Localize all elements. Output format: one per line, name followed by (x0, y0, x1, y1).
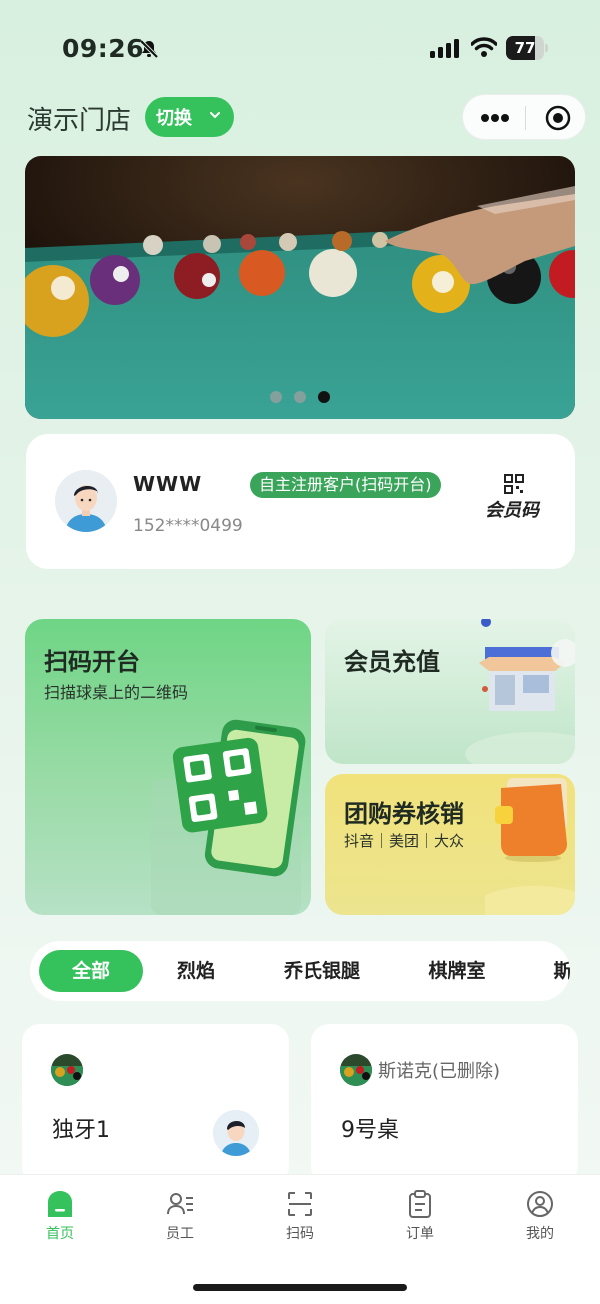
nav-profile[interactable]: 我的 (500, 1189, 580, 1243)
nav-home[interactable]: 首页 (20, 1189, 100, 1243)
table-name: 独牙1 (52, 1118, 110, 1143)
nav-staff-label: 员工 (166, 1226, 194, 1242)
pool-table-icon (51, 1054, 83, 1086)
table-category-tabs: 全部 烈焰 乔氏银腿 棋牌室 斯 (30, 941, 570, 1001)
wifi-icon (471, 37, 497, 57)
tab-qiaoshi-yintui[interactable]: 乔氏银腿 (270, 950, 374, 992)
miniprogram-capsule (462, 94, 586, 140)
home-indicator[interactable] (193, 1284, 407, 1291)
member-avatar (55, 470, 117, 532)
banner-pagination (25, 391, 575, 403)
clipboard-icon (409, 1190, 431, 1218)
table-card[interactable]: 独牙1 (22, 1024, 289, 1184)
scan-tile-title: 扫码开台 (44, 648, 140, 676)
member-phone: 152****0499 (133, 516, 243, 536)
switch-store-label: 切换 (156, 108, 192, 129)
nav-scan[interactable]: 扫码 (260, 1189, 340, 1243)
tab-all[interactable]: 全部 (39, 950, 143, 992)
user-avatar-icon (213, 1110, 259, 1156)
nav-orders[interactable]: 订单 (380, 1189, 460, 1243)
scan-tile-subtitle: 扫描球桌上的二维码 (44, 683, 189, 702)
table-card[interactable]: 斯诺克(已删除) 9号桌 (311, 1024, 578, 1184)
battery-percent: 77 (514, 39, 536, 57)
table-name: 9号桌 (341, 1118, 399, 1143)
wallet-icon (485, 778, 575, 915)
battery-icon: 77 (506, 36, 548, 60)
home-icon (48, 1191, 72, 1217)
member-code-label[interactable]: 会员码 (485, 496, 539, 522)
store-name: 演示门店 (27, 106, 132, 136)
scan-icon (288, 1192, 312, 1216)
status-time: 09:26 (62, 34, 145, 63)
store-icon (465, 619, 575, 764)
table-thumbnail (51, 1054, 83, 1086)
phone-qr-icon (151, 719, 306, 915)
coupon-tile-platforms: 抖音｜美团｜大众 (344, 832, 465, 850)
group-coupon-verify-tile[interactable]: 团购券核销 抖音｜美团｜大众 (325, 774, 575, 915)
chevron-down-icon (210, 112, 220, 119)
nav-staff[interactable]: 员工 (140, 1189, 220, 1243)
nav-home-label: 首页 (46, 1226, 74, 1242)
pool-table-icon (340, 1054, 372, 1086)
billiards-photo (25, 156, 575, 419)
promo-banner[interactable] (25, 156, 575, 419)
cellular-signal-icon (430, 39, 459, 58)
status-bar: 09:26 77 (0, 0, 600, 96)
more-icon[interactable] (480, 113, 510, 123)
banner-dot[interactable] (294, 391, 306, 403)
staff-icon (167, 1193, 193, 1215)
nav-orders-label: 订单 (406, 1226, 434, 1242)
nav-profile-label: 我的 (526, 1226, 554, 1242)
recharge-tile-title: 会员充值 (344, 648, 440, 676)
bell-muted-icon (139, 39, 159, 59)
member-recharge-tile[interactable]: 会员充值 (325, 619, 575, 764)
user-avatar-icon (55, 470, 117, 532)
nav-scan-label: 扫码 (286, 1226, 314, 1242)
tab-chess-room[interactable]: 棋牌室 (418, 950, 496, 992)
switch-store-button[interactable]: 切换 (145, 97, 234, 137)
banner-dot-active[interactable] (318, 391, 330, 403)
member-type-badge: 自主注册客户(扫码开台) (250, 472, 441, 498)
member-card[interactable]: WWW 152****0499 自主注册客户(扫码开台) 会员码 (26, 434, 575, 569)
close-miniprogram-icon[interactable] (545, 105, 571, 131)
table-type-label: 斯诺克(已删除) (378, 1061, 501, 1082)
scan-open-table-tile[interactable]: 扫码开台 扫描球桌上的二维码 (25, 619, 311, 915)
qr-code-icon[interactable] (504, 474, 524, 494)
table-user-avatar (213, 1110, 259, 1156)
tab-lieyan[interactable]: 烈焰 (162, 950, 230, 992)
banner-dot[interactable] (270, 391, 282, 403)
table-thumbnail (340, 1054, 372, 1086)
profile-icon (527, 1191, 553, 1217)
coupon-tile-title: 团购券核销 (344, 800, 464, 828)
tab-snooker-partial[interactable]: 斯 (548, 950, 570, 992)
member-name: WWW (133, 472, 203, 496)
